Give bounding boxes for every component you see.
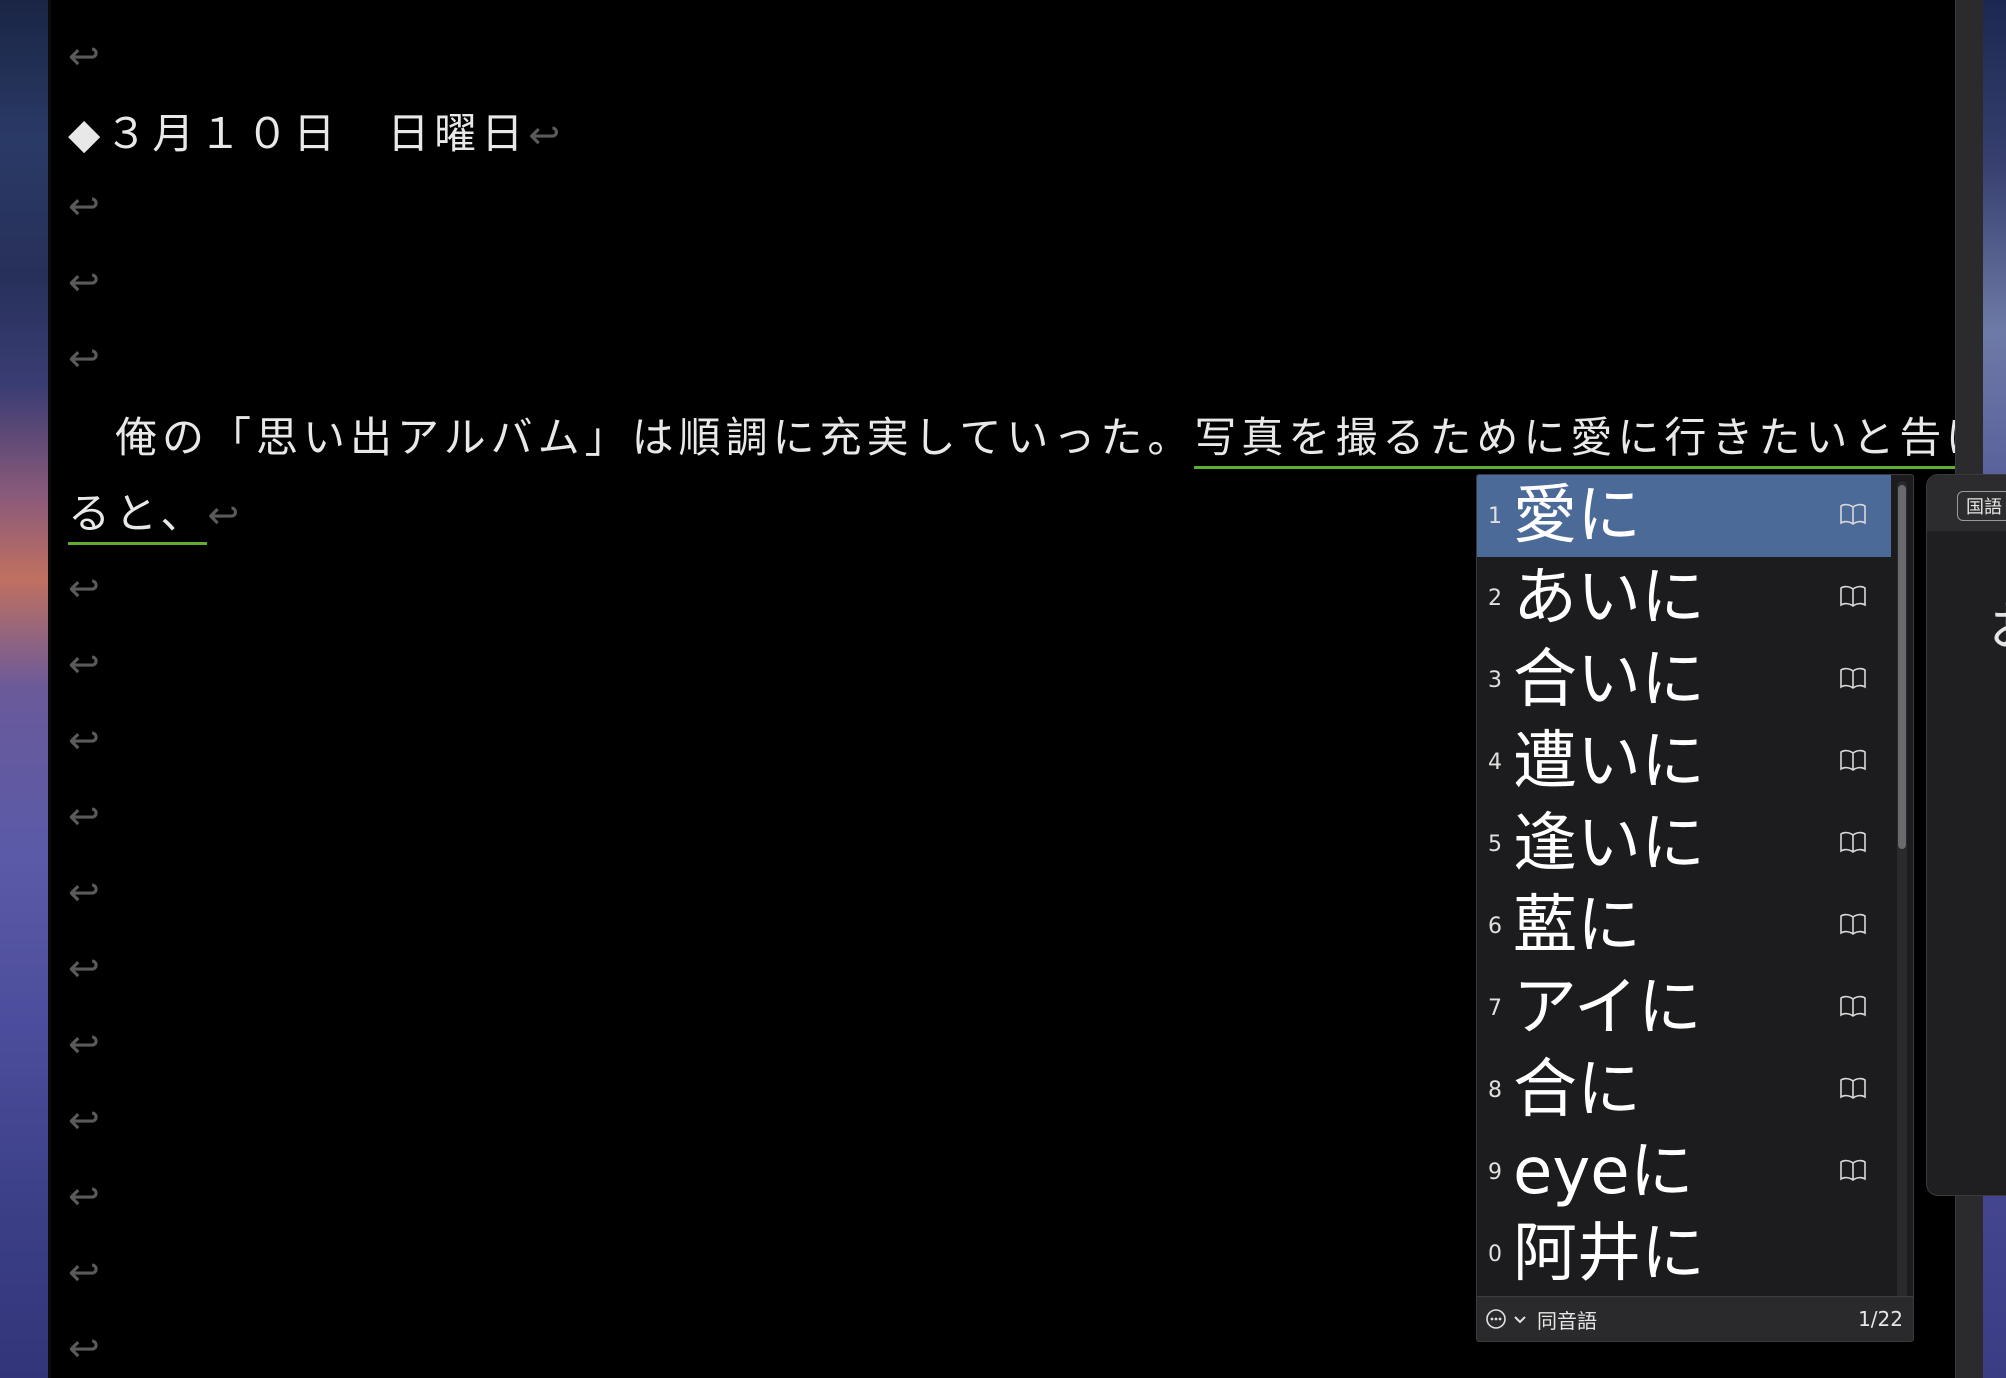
return-mark: ↩ [68,946,100,990]
candidate-item[interactable]: 3 合いに [1477,639,1891,721]
return-mark: ↩ [68,1174,100,1218]
book-icon[interactable] [1839,584,1867,608]
dictionary-header: 国語 [1927,475,2006,531]
return-mark: ↩ [68,184,100,228]
candidate-word: 合に [1513,1053,1641,1127]
empty-line: ↩ [68,1018,100,1078]
ime-candidate-window[interactable]: 1 愛に 2 あいに 3 合いに 4 遭いに 5 逢いに 6 藍に 7 アイに 8 合に 9 eyeに 0 阿井に 同… [1476,474,1914,1342]
book-icon[interactable] [1839,502,1867,526]
empty-line: ↩ [68,256,100,316]
heading-text: ◆３月１０日 日曜日 [68,109,529,158]
candidate-word: 阿井に [1513,1217,1705,1291]
candidate-item[interactable]: 9 eyeに [1477,1131,1891,1213]
return-mark: ↩ [68,1326,100,1370]
empty-line: ↩ [68,790,100,850]
paragraph-line-2: ると、↩ [68,480,240,545]
empty-line: ↩ [68,180,100,240]
composition-text: 写真を撮るために愛に行きたいと告げ [1194,413,1955,469]
candidate-mode-label: 同音語 [1537,1308,1597,1333]
empty-line: ↩ [68,332,100,392]
candidate-page-count: 1/22 [1858,1307,1903,1331]
empty-line: ↩ [68,638,100,698]
dictionary-tab[interactable]: 国語 [1957,491,2006,521]
return-mark: ↩ [68,1250,100,1294]
heading-line: ◆３月１０日 日曜日↩ [68,100,560,160]
empty-line: ↩ [68,1322,100,1378]
candidate-word: 合いに [1513,643,1705,717]
candidate-item[interactable]: 1 愛に [1477,475,1891,557]
candidate-number: 9 [1488,1159,1502,1185]
return-mark: ↩ [68,718,100,762]
candidate-footer: 同音語 1/22 [1477,1296,1913,1341]
book-icon[interactable] [1839,748,1867,772]
empty-line: ↩ [68,714,100,774]
empty-line: ↩ [68,1246,100,1306]
candidate-list: 1 愛に 2 あいに 3 合いに 4 遭いに 5 逢いに 6 藍に 7 アイに 8 合に 9 eyeに 0 阿井に [1477,475,1891,1295]
candidate-scrollbar[interactable] [1897,481,1907,1315]
paragraph-line-1: 俺の「思い出アルバム」は順調に充実していった。写真を撮るために愛に行きたいと告げ [68,404,1955,469]
return-mark: ↩ [68,336,100,380]
book-icon[interactable] [1839,1158,1867,1182]
candidate-item[interactable]: 0 阿井に [1477,1213,1891,1295]
return-mark: ↩ [68,1022,100,1066]
dictionary-panel: 国語 お [1926,474,2006,1196]
empty-line: ↩ [68,1170,100,1230]
return-mark: ↩ [68,34,100,78]
candidate-item[interactable]: 5 逢いに [1477,803,1891,885]
candidate-number: 6 [1488,913,1502,939]
candidate-word: 遭いに [1513,725,1705,799]
candidate-word: 藍に [1513,889,1641,963]
return-mark: ↩ [68,260,100,304]
candidate-number: 4 [1488,749,1502,775]
options-icon[interactable] [1485,1308,1507,1330]
empty-line: ↩ [68,562,100,622]
empty-line: ↩ [68,1094,100,1154]
book-icon[interactable] [1839,830,1867,854]
return-mark: ↩ [68,1098,100,1142]
candidate-item[interactable]: 4 遭いに [1477,721,1891,803]
return-mark: ↩ [68,870,100,914]
return-mark: ↩ [68,642,100,686]
candidate-number: 2 [1488,585,1502,611]
candidate-scroll-thumb[interactable] [1898,485,1906,849]
candidate-item[interactable]: 6 藍に [1477,885,1891,967]
desktop-wallpaper-left [0,0,51,1378]
candidate-number: 8 [1488,1077,1502,1103]
candidate-number: 1 [1488,503,1502,529]
candidate-number: 3 [1488,667,1502,693]
candidate-word: アイに [1513,971,1702,1045]
empty-line: ↩ [68,942,100,1002]
return-mark: ↩ [68,794,100,838]
candidate-word: 逢いに [1513,807,1705,881]
book-icon[interactable] [1839,1076,1867,1100]
dictionary-entry: お [1989,585,2006,660]
candidate-number: 0 [1488,1241,1502,1267]
candidate-word: eyeに [1513,1135,1694,1209]
composition-text: ると、 [68,489,208,545]
return-mark: ↩ [207,493,240,537]
book-icon[interactable] [1839,994,1867,1018]
candidate-word: あいに [1513,561,1705,635]
candidate-number: 7 [1488,995,1502,1021]
candidate-word: 愛に [1513,479,1641,553]
return-mark: ↩ [528,113,561,157]
chevron-down-icon[interactable] [1513,1312,1527,1326]
book-icon[interactable] [1839,912,1867,936]
candidate-item[interactable]: 2 あいに [1477,557,1891,639]
candidate-number: 5 [1488,831,1502,857]
paragraph-text: 俺の「思い出アルバム」は順調に充実していった。 [68,413,1195,462]
empty-line: ↩ [68,30,100,90]
return-mark: ↩ [68,566,100,610]
candidate-item[interactable]: 7 アイに [1477,967,1891,1049]
book-icon[interactable] [1839,666,1867,690]
candidate-item[interactable]: 8 合に [1477,1049,1891,1131]
empty-line: ↩ [68,866,100,926]
